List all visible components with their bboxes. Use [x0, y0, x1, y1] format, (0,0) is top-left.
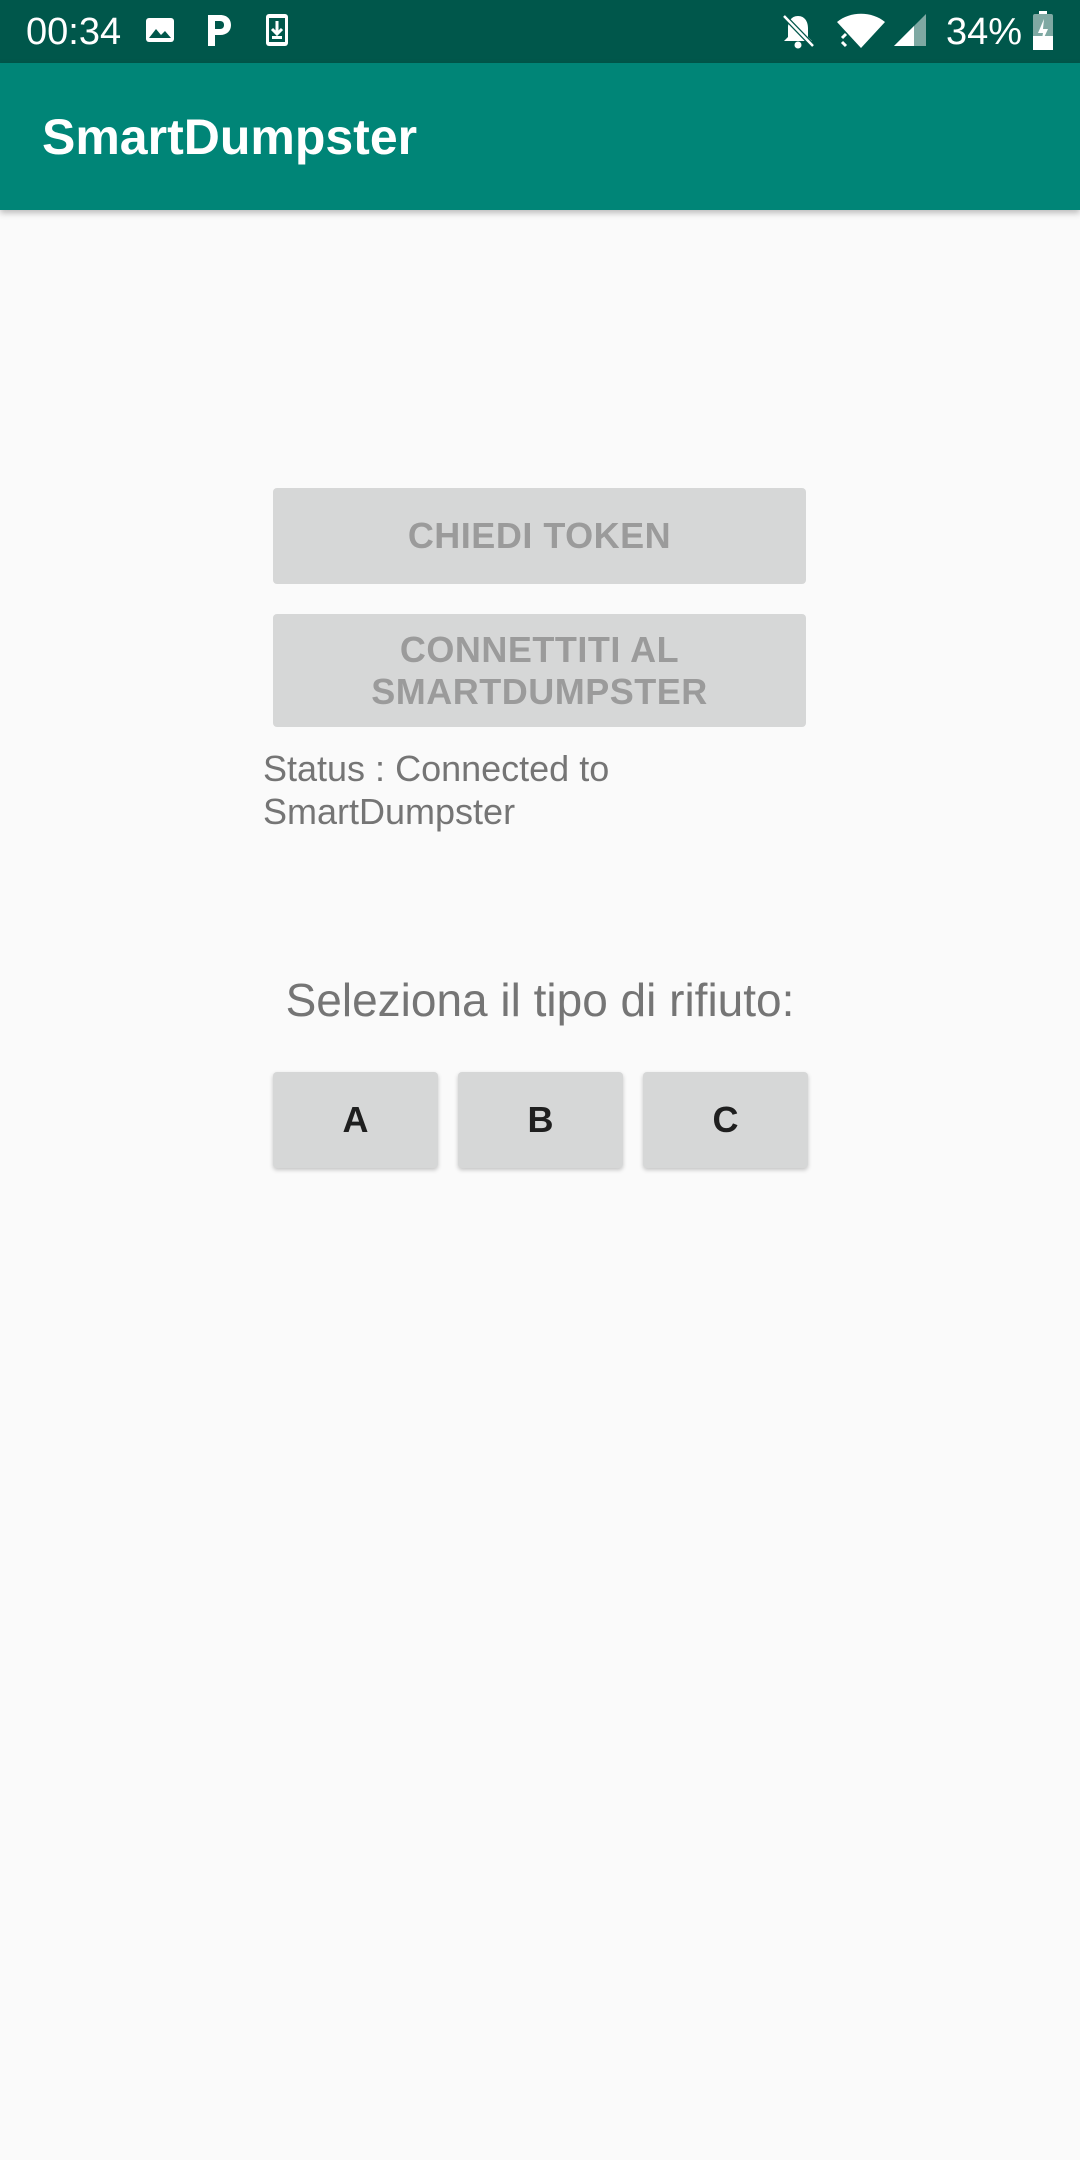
connect-label: CONNETTITI AL SMARTDUMPSTER — [371, 628, 708, 712]
status-time: 00:34 — [26, 11, 122, 53]
image-icon — [144, 14, 176, 51]
waste-type-b-label: B — [527, 1099, 554, 1140]
connect-button[interactable]: CONNETTITI AL SMARTDUMPSTER — [273, 614, 806, 727]
waste-type-a-button[interactable]: A — [273, 1072, 438, 1168]
request-token-button[interactable]: CHIEDI TOKEN — [273, 488, 806, 584]
battery-charging-icon — [1032, 11, 1054, 56]
request-token-label: CHIEDI TOKEN — [407, 515, 672, 556]
connection-status-text: Status : Connected to SmartDumpster — [263, 748, 610, 832]
bell-off-icon — [780, 12, 816, 55]
cell-signal-icon — [892, 12, 928, 53]
download-icon — [264, 12, 290, 53]
waste-type-b-button[interactable]: B — [458, 1072, 623, 1168]
waste-type-prompt: Seleziona il tipo di rifiuto: — [285, 974, 795, 1026]
app-bar: SmartDumpster — [0, 63, 1080, 210]
parking-p-icon — [204, 12, 234, 53]
battery-percent: 34% — [946, 11, 1023, 53]
status-bar: 00:34 34% — [0, 0, 1080, 63]
waste-type-a-label: A — [342, 1099, 369, 1140]
screen: 00:34 34% SmartDumpster CHIEDI TOKEN CON… — [0, 0, 1080, 2160]
app-title: SmartDumpster — [42, 109, 418, 165]
wifi-icon — [836, 12, 886, 55]
waste-type-c-label: C — [712, 1099, 739, 1140]
waste-type-c-button[interactable]: C — [643, 1072, 808, 1168]
